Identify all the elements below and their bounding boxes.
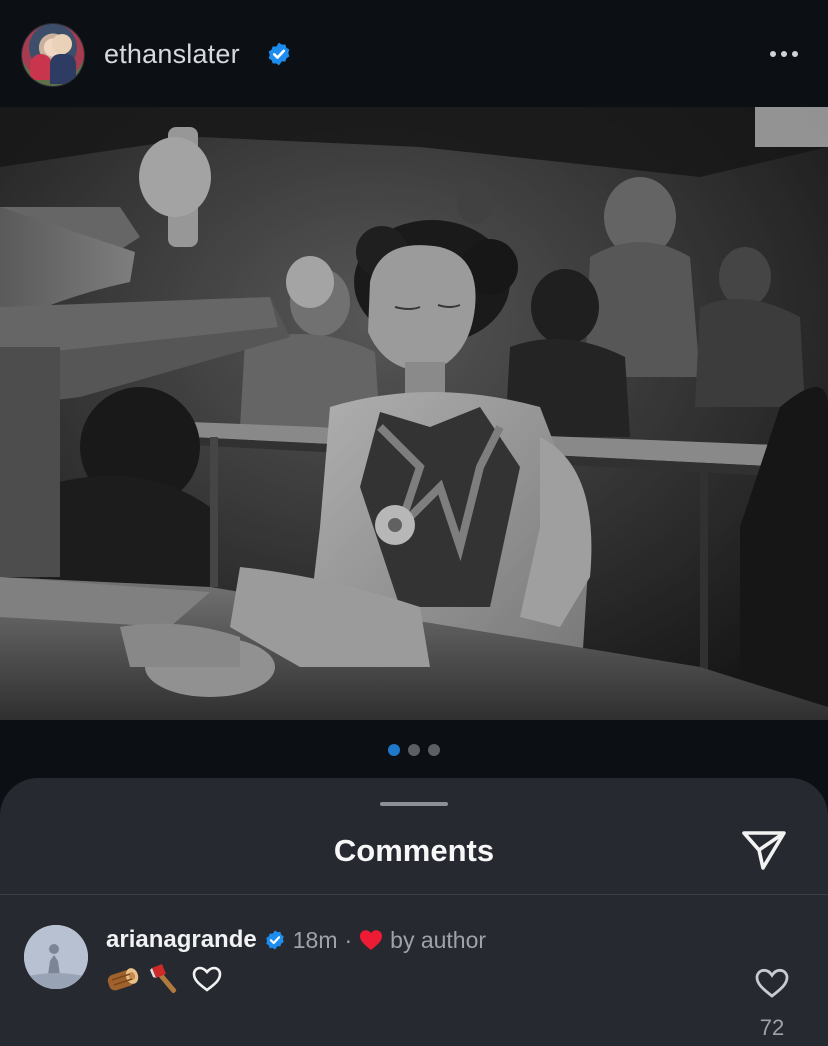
- photo-illustration: [0, 107, 828, 720]
- sheet-drag-handle[interactable]: [380, 802, 448, 806]
- axe-emoji-icon: [150, 964, 177, 993]
- more-options-icon[interactable]: [762, 40, 806, 68]
- post-username[interactable]: ethanslater: [104, 37, 240, 71]
- like-heart-icon[interactable]: [754, 967, 790, 999]
- comments-sheet: Comments ariana​grande 18m: [0, 778, 828, 1046]
- comment-item: ariana​grande 18m · by author: [0, 895, 828, 1046]
- liked-by-author-label: by author: [390, 926, 487, 953]
- instagram-post-screen: ethanslater: [0, 0, 828, 1046]
- share-send-icon[interactable]: [740, 828, 788, 872]
- carousel-dot: [428, 744, 440, 756]
- avatar-figure: [52, 34, 72, 54]
- separator-dot: ·: [344, 926, 353, 953]
- comment-text: [106, 959, 232, 999]
- avatar-figure: [30, 54, 52, 80]
- verified-badge-icon: [266, 930, 284, 950]
- dot: [792, 51, 798, 57]
- sheet-title: Comments: [333, 833, 495, 868]
- avatar-figure: [50, 54, 76, 84]
- post-photo[interactable]: [0, 107, 828, 720]
- avatar-image: [24, 925, 88, 989]
- avatar[interactable]: [24, 925, 88, 989]
- comment-timestamp: 18m: [292, 926, 338, 953]
- avatar[interactable]: [22, 24, 84, 86]
- white-heart-emoji-icon: [192, 966, 222, 992]
- post-header: ethanslater: [0, 0, 828, 107]
- verified-badge-icon: [268, 42, 290, 66]
- red-heart-icon: [360, 930, 383, 950]
- dot: [770, 51, 776, 57]
- like-count: 72: [759, 1015, 785, 1040]
- comment-username[interactable]: ariana​grande: [106, 926, 257, 954]
- wood-log-emoji-icon: [107, 968, 139, 991]
- carousel-dot-active: [388, 744, 400, 756]
- comment-meta: ariana​grande 18m · by author: [106, 925, 486, 955]
- carousel-indicator: [0, 742, 828, 758]
- carousel-dot: [408, 744, 420, 756]
- dot: [781, 51, 787, 57]
